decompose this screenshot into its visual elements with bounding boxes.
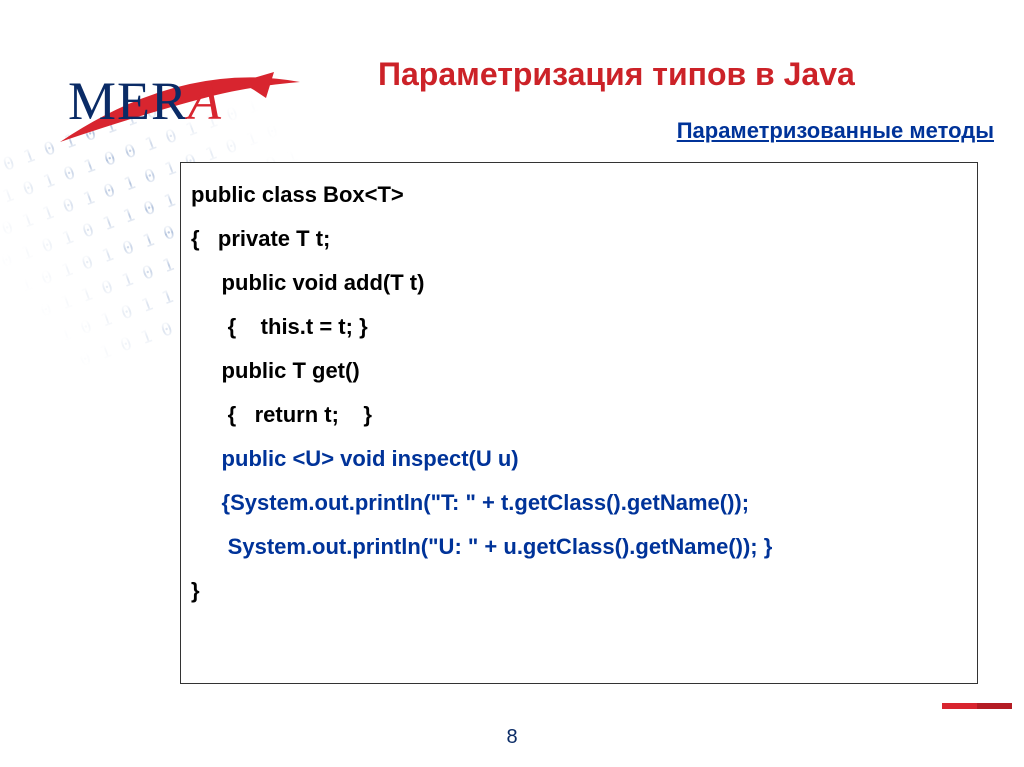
page-number: 8	[0, 726, 1024, 749]
code-line: public T get()	[191, 349, 963, 393]
logo-text: MERA	[68, 70, 222, 132]
code-span: <U>	[292, 446, 334, 471]
code-line: System.out.println("U: " + u.getClass().…	[191, 525, 963, 569]
code-span: void inspect(U u)	[334, 446, 519, 471]
logo-right: A	[188, 71, 222, 131]
code-line: { this.t = t; }	[191, 305, 963, 349]
code-line: { private T t;	[191, 217, 963, 261]
code-line: public class Box<T>	[191, 173, 963, 217]
slide: 1 0 1 0 1 0 1 0 1 1 0 1 0 1 0 0 1 1 0 1 …	[0, 0, 1024, 767]
slide-subtitle: Параметризованные методы	[677, 118, 994, 144]
code-line: {System.out.println("T: " + t.getClass()…	[191, 481, 963, 525]
code-line: }	[191, 569, 963, 613]
code-line: public void add(T t)	[191, 261, 963, 305]
footer-accent	[942, 703, 1012, 709]
code-block: public class Box<T> { private T t; publi…	[180, 162, 978, 684]
code-line: { return t; }	[191, 393, 963, 437]
code-line: public <U> void inspect(U u)	[191, 437, 963, 481]
code-span: public	[191, 446, 292, 471]
slide-title: Параметризация типов в Java	[378, 56, 998, 93]
logo-left: MER	[68, 71, 188, 131]
